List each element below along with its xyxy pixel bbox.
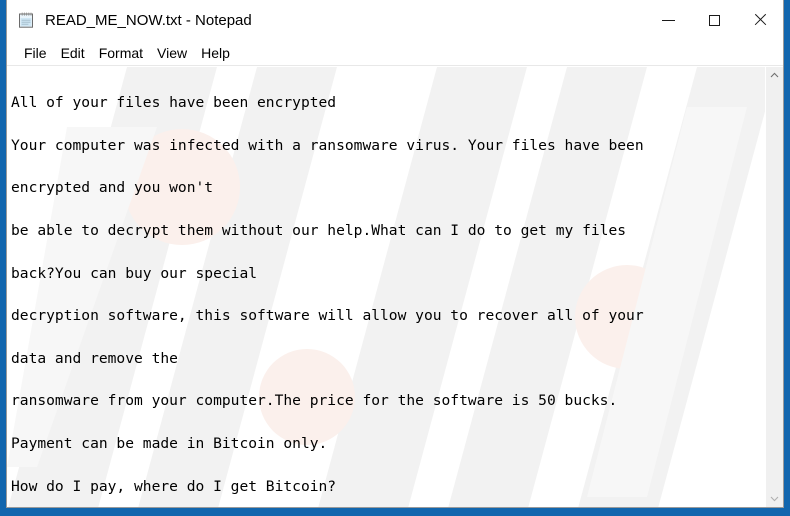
editor-area: All of your files have been encrypted Yo… — [7, 66, 783, 507]
note-line: How do I pay, where do I get Bitcoin? — [11, 477, 337, 495]
menu-item-edit[interactable]: Edit — [54, 43, 92, 63]
title-bar-left: READ_ME_NOW.txt - Notepad — [7, 11, 645, 29]
menu-bar: File Edit Format View Help — [7, 40, 783, 66]
text-editor[interactable]: All of your files have been encrypted Yo… — [7, 67, 765, 507]
desktop-background: READ_ME_NOW.txt - Notepad File Edit Form… — [0, 0, 790, 516]
scrollbar-track[interactable] — [766, 84, 783, 490]
close-icon — [753, 13, 767, 27]
minimize-button[interactable] — [645, 0, 691, 40]
window-title: READ_ME_NOW.txt - Notepad — [45, 11, 252, 29]
menu-item-help[interactable]: Help — [194, 43, 237, 63]
note-line: back?You can buy our special — [11, 264, 258, 282]
close-button[interactable] — [737, 0, 783, 40]
note-line: All of your files have been encrypted — [11, 94, 337, 112]
menu-item-view[interactable]: View — [150, 43, 194, 63]
note-line: decryption software, this software will … — [11, 307, 644, 325]
note-line: Your computer was infected with a ransom… — [11, 136, 644, 154]
vertical-scrollbar[interactable] — [765, 67, 783, 507]
note-line: be able to decrypt them without our help… — [11, 222, 627, 240]
notepad-window: READ_ME_NOW.txt - Notepad File Edit Form… — [6, 0, 784, 508]
title-bar[interactable]: READ_ME_NOW.txt - Notepad — [7, 0, 783, 40]
note-line: encrypted and you won't — [11, 179, 214, 197]
minimize-icon — [661, 19, 675, 21]
ransom-note-text: All of your files have been encrypted Yo… — [7, 67, 765, 507]
maximize-button[interactable] — [691, 0, 737, 40]
note-line: Payment can be made in Bitcoin only. — [11, 435, 328, 453]
menu-item-file[interactable]: File — [17, 43, 54, 63]
window-controls — [645, 0, 783, 40]
note-line: ransomware from your computer.The price … — [11, 392, 618, 410]
menu-item-format[interactable]: Format — [92, 43, 150, 63]
notepad-icon — [18, 11, 36, 29]
note-line: data and remove the — [11, 349, 178, 367]
scroll-down-button[interactable] — [766, 490, 783, 507]
maximize-icon — [708, 14, 720, 26]
scroll-up-button[interactable] — [766, 67, 783, 84]
